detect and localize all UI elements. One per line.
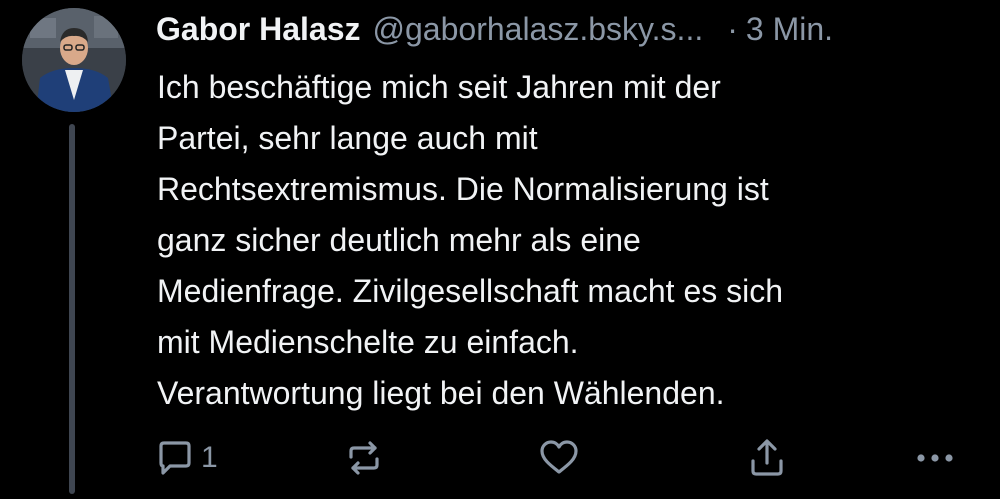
reply-icon (159, 441, 191, 475)
author-display-name[interactable]: Gabor Halasz (156, 9, 361, 49)
header-separator: · (727, 11, 738, 47)
thread-line (69, 124, 75, 494)
post[interactable]: Gabor Halasz @gaborhalasz.bsky.s... · 3 … (0, 0, 1000, 499)
share-button[interactable] (747, 436, 787, 480)
more-icon (917, 454, 953, 462)
post-text: Ich beschäftige mich seit Jahren mit der… (157, 69, 784, 411)
avatar[interactable] (22, 8, 126, 112)
post-header: Gabor Halasz @gaborhalasz.bsky.s... · 3 … (156, 6, 986, 52)
like-button[interactable] (538, 436, 580, 480)
share-icon (751, 439, 783, 476)
heart-icon (540, 440, 578, 474)
repost-icon (349, 441, 379, 475)
more-options-button[interactable] (913, 436, 957, 480)
repost-button[interactable] (343, 436, 385, 480)
author-handle[interactable]: @gaborhalasz.bsky.s... (373, 9, 704, 49)
post-timestamp[interactable]: 3 Min. (746, 9, 833, 49)
avatar-photo (22, 8, 126, 112)
post-actions: 1 (155, 436, 975, 480)
reply-count: 1 (201, 441, 218, 474)
reply-button[interactable]: 1 (155, 436, 218, 480)
